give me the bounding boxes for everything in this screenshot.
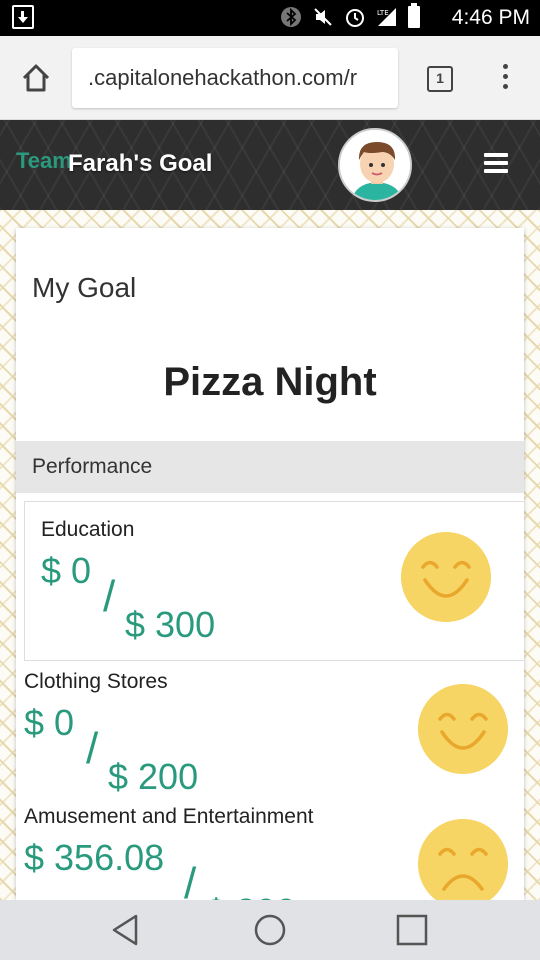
alarm-icon [346,9,364,27]
browser-menu-icon[interactable] [498,64,512,94]
section-heading: My Goal [32,272,137,303]
goal-card: My Goal Pizza Night Performance Educatio… [16,228,524,900]
recents-icon[interactable] [394,912,430,948]
home-icon[interactable] [18,60,54,96]
url-text: .capitalonehackathon.com/r [88,65,358,90]
category-separator: / [184,859,197,900]
status-icons: LTE [280,3,420,28]
happy-face-icon [401,532,491,622]
battery-icon [408,3,420,28]
performance-label: Performance [32,455,153,478]
status-bar: LTE 4:46 PM [0,0,540,36]
url-bar[interactable]: .capitalonehackathon.com/r [72,48,398,108]
bluetooth-icon [281,7,301,27]
hamburger-menu-icon[interactable] [484,153,508,173]
system-nav-bar [0,900,540,960]
category-education: Education $ 0 / $ 300 [24,501,524,661]
mute-icon [314,8,332,26]
category-separator: / [86,724,99,773]
tab-switcher-button[interactable]: 1 [427,66,453,92]
page-title: Farah's Goal [68,150,213,177]
category-name: Education [41,518,135,541]
performance-header: Performance [16,441,524,493]
category-clothing-stores: Clothing Stores $ 0 / $ 200 [16,668,524,808]
status-time: 4:46 PM [451,6,530,29]
home-nav-icon[interactable] [252,912,288,948]
category-budget: $ 200 [108,756,199,797]
app-header: Team Farah's Goal [0,120,540,210]
category-budget: $ 300 [206,891,296,900]
category-name: Clothing Stores [24,670,168,693]
happy-face-icon [418,684,508,774]
category-name: Amusement and Entertainment [24,805,314,828]
back-icon[interactable] [108,912,144,948]
category-separator: / [103,572,116,621]
goal-name: Pizza Night [163,360,377,404]
browser-toolbar: .capitalonehackathon.com/r 1 [0,36,540,120]
category-spent: $ 0 [24,702,75,743]
sad-face-icon [418,819,508,900]
download-icon [12,5,34,29]
category-budget: $ 300 [125,604,216,645]
svg-text:LTE: LTE [377,9,389,17]
brand-text: Team [16,148,72,173]
category-amusement-entertainment: Amusement and Entertainment $ 356.08 / $… [16,803,524,900]
category-spent: $ 356.08 [24,837,165,878]
avatar[interactable] [338,128,412,202]
lte-signal-icon: LTE [377,8,396,26]
category-spent: $ 0 [41,550,92,591]
